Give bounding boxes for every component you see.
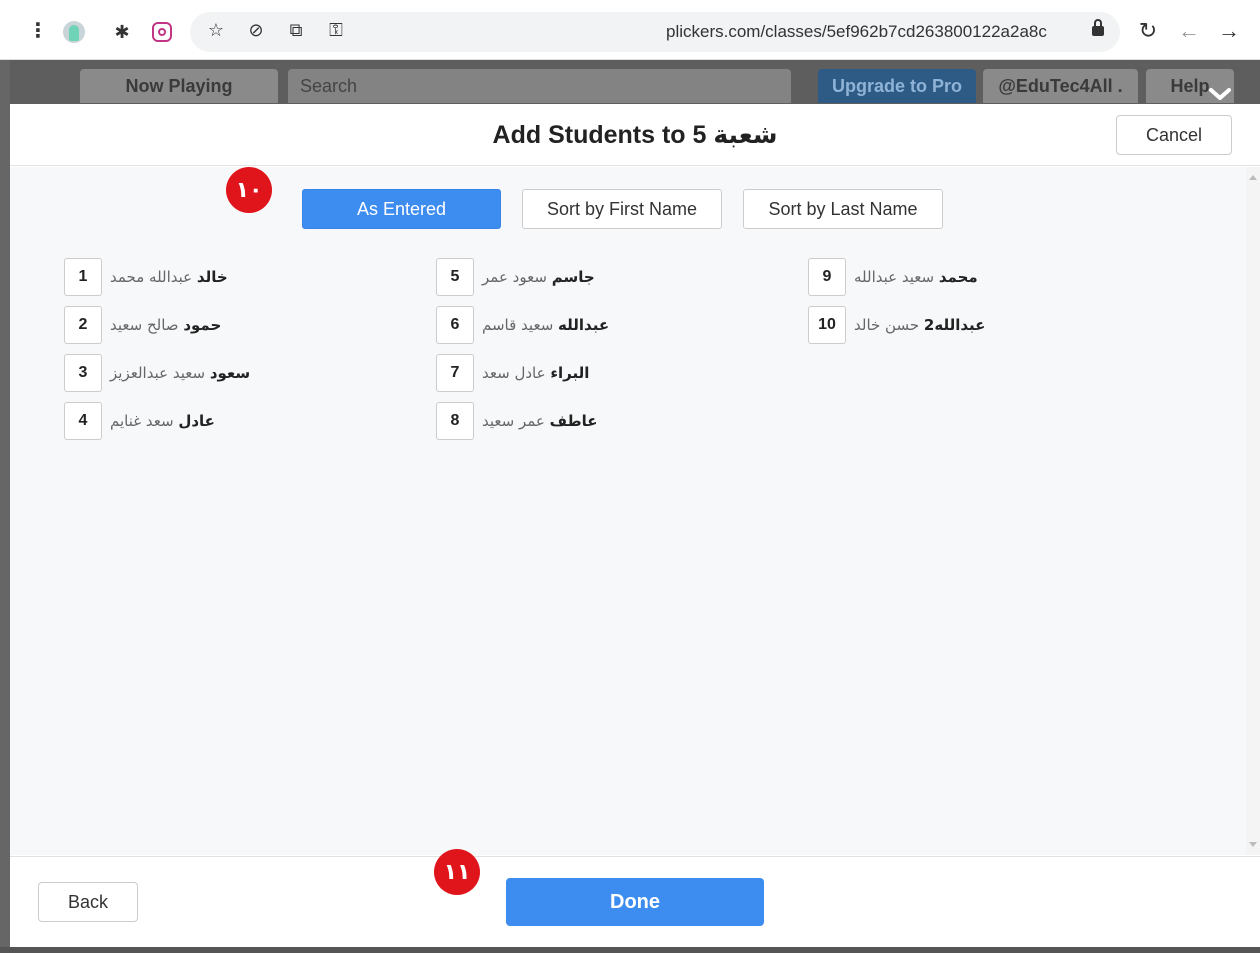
student-name: حمود صالح سعيد: [110, 316, 222, 334]
lock-icon[interactable]: [1092, 19, 1104, 36]
student-number: 6: [436, 306, 474, 344]
student-number: 1: [64, 258, 102, 296]
student-item[interactable]: 3 سعود سعيد عبدالعزيز: [64, 354, 250, 392]
student-item[interactable]: 10 عبدالله2 حسن خالد: [808, 306, 985, 344]
translate-icon[interactable]: ⧉: [284, 20, 308, 41]
student-name: جاسم سعود عمر: [482, 268, 595, 286]
url-text[interactable]: plickers.com/classes/5ef962b7cd263800122…: [666, 22, 1047, 42]
student-name: البراء عادل سعد: [482, 364, 590, 382]
instagram-icon[interactable]: [150, 20, 174, 44]
student-item[interactable]: 7 البراء عادل سعد: [436, 354, 589, 392]
student-name: عاطف عمر سعيد: [482, 412, 598, 430]
student-number: 7: [436, 354, 474, 392]
add-students-modal: Add Students to 5 شعبة Cancel ١٠ As Ente…: [10, 88, 1260, 947]
chevron-down-icon[interactable]: [1206, 80, 1234, 108]
student-name: محمد سعيد عبدالله: [854, 268, 978, 286]
student-list-panel: ١٠ As Entered Sort by First Name Sort by…: [10, 167, 1260, 855]
student-number: 8: [436, 402, 474, 440]
now-playing-button[interactable]: Now Playing: [80, 69, 278, 103]
sort-as-entered-button[interactable]: As Entered: [302, 189, 501, 229]
back-arrow-icon[interactable]: ←: [1176, 18, 1202, 44]
hide-eye-icon[interactable]: ⊘: [244, 20, 268, 41]
student-item[interactable]: 4 عادل سعد غنايم: [64, 402, 215, 440]
back-button[interactable]: Back: [38, 882, 138, 922]
student-name: عبدالله سعيد قاسم: [482, 316, 610, 334]
star-icon[interactable]: ☆: [204, 20, 228, 41]
scrollbar[interactable]: [1246, 167, 1260, 855]
upgrade-button[interactable]: Upgrade to Pro: [818, 69, 976, 103]
student-item[interactable]: 5 جاسم سعود عمر: [436, 258, 595, 296]
forward-arrow-icon[interactable]: →: [1216, 18, 1242, 44]
sort-first-name-button[interactable]: Sort by First Name: [522, 189, 722, 229]
student-number: 10: [808, 306, 846, 344]
student-name: عادل سعد غنايم: [110, 412, 215, 430]
overlay-edge: [0, 60, 10, 953]
key-icon[interactable]: ⚿: [324, 20, 348, 41]
student-item[interactable]: 1 خالد عبدالله محمد: [64, 258, 228, 296]
student-number: 2: [64, 306, 102, 344]
account-button[interactable]: @EduTec4All .: [983, 69, 1138, 103]
search-input[interactable]: Search: [288, 69, 791, 103]
modal-header: Add Students to 5 شعبة Cancel: [10, 88, 1260, 166]
student-item[interactable]: 6 عبدالله سعيد قاسم: [436, 306, 609, 344]
student-name: خالد عبدالله محمد: [110, 268, 228, 286]
student-name: عبدالله2 حسن خالد: [854, 316, 986, 334]
scroll-up-arrow-icon[interactable]: [1249, 175, 1257, 180]
student-item[interactable]: 2 حمود صالح سعيد: [64, 306, 221, 344]
app-header-overlay: Now Playing Search Upgrade to Pro @EduTe…: [10, 60, 1260, 104]
cancel-button[interactable]: Cancel: [1116, 115, 1232, 155]
avatar-extension-icon[interactable]: [62, 20, 86, 44]
step-marker-11: ١١: [434, 849, 480, 895]
browser-toolbar: ⋮ ✱ ☆ ⊘ ⧉ ⚿ plickers.com/classes/5ef962b…: [0, 0, 1260, 60]
student-number: 3: [64, 354, 102, 392]
help-label: Help: [1170, 75, 1210, 96]
puzzle-icon[interactable]: ✱: [110, 20, 134, 44]
step-marker-10: ١٠: [226, 167, 272, 213]
reload-icon[interactable]: ↻: [1135, 18, 1161, 44]
student-item[interactable]: 8 عاطف عمر سعيد: [436, 402, 598, 440]
modal-footer: Back Done ١١: [10, 849, 1260, 947]
student-number: 5: [436, 258, 474, 296]
scroll-down-arrow-icon[interactable]: [1249, 842, 1257, 847]
sort-last-name-button[interactable]: Sort by Last Name: [743, 189, 943, 229]
student-item[interactable]: 9 محمد سعيد عبدالله: [808, 258, 978, 296]
student-number: 4: [64, 402, 102, 440]
student-number: 9: [808, 258, 846, 296]
modal-title: Add Students to 5 شعبة: [492, 121, 778, 149]
browser-menu-icon[interactable]: ⋮: [28, 18, 48, 43]
student-name: سعود سعيد عبدالعزيز: [110, 364, 251, 382]
done-button[interactable]: Done: [506, 878, 764, 926]
window-bottom-edge: [0, 947, 1260, 953]
